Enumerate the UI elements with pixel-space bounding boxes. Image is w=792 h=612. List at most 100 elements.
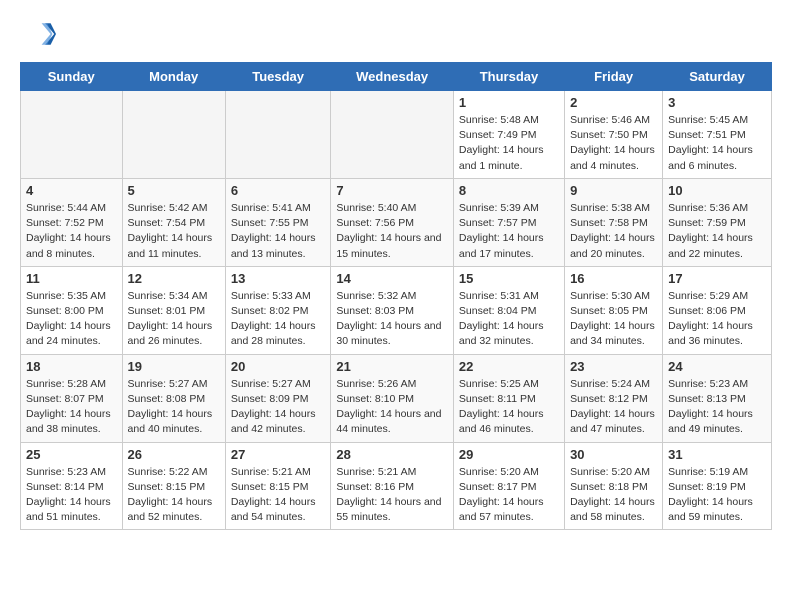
day-number: 12: [128, 271, 220, 286]
calendar-cell: 26Sunrise: 5:22 AM Sunset: 8:15 PM Dayli…: [122, 442, 225, 530]
day-number: 3: [668, 95, 766, 110]
calendar-header-row: SundayMondayTuesdayWednesdayThursdayFrid…: [21, 63, 772, 91]
calendar-cell: 16 Sunrise: 5:30 AM Sunset: 8:05 PM Dayli…: [565, 266, 663, 354]
calendar-cell: 4Sunrise: 5:44 AM Sunset: 7:52 PM Daylig…: [21, 178, 123, 266]
day-info: Sunrise: 5:36 AM Sunset: 7:59 PM Dayligh…: [668, 201, 766, 262]
day-number: 14: [336, 271, 448, 286]
day-info: Sunrise: 5:27 AM Sunset: 8:09 PM Dayligh…: [231, 377, 326, 438]
calendar-cell: 14Sunrise: 5:32 AM Sunset: 8:03 PM Dayli…: [331, 266, 454, 354]
calendar-cell: 22 Sunrise: 5:25 AM Sunset: 8:11 PM Dayli…: [453, 354, 564, 442]
col-header-thursday: Thursday: [453, 63, 564, 91]
calendar-table: SundayMondayTuesdayWednesdayThursdayFrid…: [20, 62, 772, 530]
calendar-cell: 10 Sunrise: 5:36 AM Sunset: 7:59 PM Dayli…: [663, 178, 772, 266]
day-info: Sunrise: 5:23 AM Sunset: 8:14 PM Dayligh…: [26, 465, 117, 526]
day-number: 28: [336, 447, 448, 462]
col-header-friday: Friday: [565, 63, 663, 91]
day-info: Sunrise: 5:31 AM Sunset: 8:04 PM Dayligh…: [459, 289, 559, 350]
day-number: 21: [336, 359, 448, 374]
day-number: 17: [668, 271, 766, 286]
day-info: Sunrise: 5:38 AM Sunset: 7:58 PM Dayligh…: [570, 201, 657, 262]
calendar-cell: [122, 91, 225, 179]
day-number: 6: [231, 183, 326, 198]
calendar-cell: 30 Sunrise: 5:20 AM Sunset: 8:18 PM Dayli…: [565, 442, 663, 530]
calendar-cell: 20Sunrise: 5:27 AM Sunset: 8:09 PM Dayli…: [225, 354, 331, 442]
day-number: 5: [128, 183, 220, 198]
day-info: Sunrise: 5:20 AM Sunset: 8:18 PM Dayligh…: [570, 465, 657, 526]
day-number: 15: [459, 271, 559, 286]
week-row-3: 11Sunrise: 5:35 AM Sunset: 8:00 PM Dayli…: [21, 266, 772, 354]
day-number: 29: [459, 447, 559, 462]
day-number: 30: [570, 447, 657, 462]
header: [20, 16, 772, 52]
day-info: Sunrise: 5:19 AM Sunset: 8:19 PM Dayligh…: [668, 465, 766, 526]
calendar-cell: 6 Sunrise: 5:41 AM Sunset: 7:55 PM Daylig…: [225, 178, 331, 266]
calendar-cell: 15 Sunrise: 5:31 AM Sunset: 8:04 PM Dayli…: [453, 266, 564, 354]
week-row-4: 18Sunrise: 5:28 AM Sunset: 8:07 PM Dayli…: [21, 354, 772, 442]
day-number: 22: [459, 359, 559, 374]
week-row-2: 4Sunrise: 5:44 AM Sunset: 7:52 PM Daylig…: [21, 178, 772, 266]
calendar-cell: 3 Sunrise: 5:45 AM Sunset: 7:51 PM Daylig…: [663, 91, 772, 179]
logo: [20, 16, 60, 52]
day-info: Sunrise: 5:33 AM Sunset: 8:02 PM Dayligh…: [231, 289, 326, 350]
day-number: 11: [26, 271, 117, 286]
day-info: Sunrise: 5:23 AM Sunset: 8:13 PM Dayligh…: [668, 377, 766, 438]
day-number: 19: [128, 359, 220, 374]
day-info: Sunrise: 5:46 AM Sunset: 7:50 PM Dayligh…: [570, 113, 657, 174]
day-info: Sunrise: 5:45 AM Sunset: 7:51 PM Dayligh…: [668, 113, 766, 174]
day-info: Sunrise: 5:22 AM Sunset: 8:15 PM Dayligh…: [128, 465, 220, 526]
day-number: 23: [570, 359, 657, 374]
calendar-cell: 18Sunrise: 5:28 AM Sunset: 8:07 PM Dayli…: [21, 354, 123, 442]
calendar-cell: 11Sunrise: 5:35 AM Sunset: 8:00 PM Dayli…: [21, 266, 123, 354]
day-info: Sunrise: 5:21 AM Sunset: 8:15 PM Dayligh…: [231, 465, 326, 526]
day-number: 24: [668, 359, 766, 374]
calendar-cell: [21, 91, 123, 179]
calendar-cell: 13 Sunrise: 5:33 AM Sunset: 8:02 PM Dayli…: [225, 266, 331, 354]
day-number: 2: [570, 95, 657, 110]
day-info: Sunrise: 5:25 AM Sunset: 8:11 PM Dayligh…: [459, 377, 559, 438]
calendar-cell: 21 Sunrise: 5:26 AM Sunset: 8:10 PM Dayli…: [331, 354, 454, 442]
calendar-cell: 31 Sunrise: 5:19 AM Sunset: 8:19 PM Dayli…: [663, 442, 772, 530]
day-number: 8: [459, 183, 559, 198]
day-number: 1: [459, 95, 559, 110]
day-number: 16: [570, 271, 657, 286]
calendar-cell: 2 Sunrise: 5:46 AM Sunset: 7:50 PM Daylig…: [565, 91, 663, 179]
day-info: Sunrise: 5:41 AM Sunset: 7:55 PM Dayligh…: [231, 201, 326, 262]
day-info: Sunrise: 5:20 AM Sunset: 8:17 PM Dayligh…: [459, 465, 559, 526]
week-row-1: 1Sunrise: 5:48 AM Sunset: 7:49 PM Daylig…: [21, 91, 772, 179]
calendar-cell: 19 Sunrise: 5:27 AM Sunset: 8:08 PM Dayli…: [122, 354, 225, 442]
day-info: Sunrise: 5:21 AM Sunset: 8:16 PM Dayligh…: [336, 465, 448, 526]
day-info: Sunrise: 5:29 AM Sunset: 8:06 PM Dayligh…: [668, 289, 766, 350]
calendar-cell: 1Sunrise: 5:48 AM Sunset: 7:49 PM Daylig…: [453, 91, 564, 179]
day-number: 7: [336, 183, 448, 198]
calendar-cell: 24 Sunrise: 5:23 AM Sunset: 8:13 PM Dayli…: [663, 354, 772, 442]
day-number: 25: [26, 447, 117, 462]
day-number: 10: [668, 183, 766, 198]
col-header-sunday: Sunday: [21, 63, 123, 91]
calendar-cell: 29 Sunrise: 5:20 AM Sunset: 8:17 PM Dayli…: [453, 442, 564, 530]
col-header-tuesday: Tuesday: [225, 63, 331, 91]
day-number: 13: [231, 271, 326, 286]
week-row-5: 25 Sunrise: 5:23 AM Sunset: 8:14 PM Dayli…: [21, 442, 772, 530]
day-info: Sunrise: 5:30 AM Sunset: 8:05 PM Dayligh…: [570, 289, 657, 350]
calendar-cell: 12Sunrise: 5:34 AM Sunset: 8:01 PM Dayli…: [122, 266, 225, 354]
day-number: 31: [668, 447, 766, 462]
page-container: SundayMondayTuesdayWednesdayThursdayFrid…: [0, 0, 792, 546]
logo-icon: [20, 16, 56, 52]
calendar-cell: [225, 91, 331, 179]
calendar-cell: 25 Sunrise: 5:23 AM Sunset: 8:14 PM Dayli…: [21, 442, 123, 530]
day-info: Sunrise: 5:42 AM Sunset: 7:54 PM Dayligh…: [128, 201, 220, 262]
calendar-cell: 27Sunrise: 5:21 AM Sunset: 8:15 PM Dayli…: [225, 442, 331, 530]
calendar-cell: 8Sunrise: 5:39 AM Sunset: 7:57 PM Daylig…: [453, 178, 564, 266]
day-info: Sunrise: 5:27 AM Sunset: 8:08 PM Dayligh…: [128, 377, 220, 438]
day-info: Sunrise: 5:40 AM Sunset: 7:56 PM Dayligh…: [336, 201, 448, 262]
day-info: Sunrise: 5:26 AM Sunset: 8:10 PM Dayligh…: [336, 377, 448, 438]
col-header-saturday: Saturday: [663, 63, 772, 91]
day-info: Sunrise: 5:44 AM Sunset: 7:52 PM Dayligh…: [26, 201, 117, 262]
calendar-cell: [331, 91, 454, 179]
calendar-cell: 9Sunrise: 5:38 AM Sunset: 7:58 PM Daylig…: [565, 178, 663, 266]
calendar-cell: 5 Sunrise: 5:42 AM Sunset: 7:54 PM Daylig…: [122, 178, 225, 266]
calendar-cell: 23 Sunrise: 5:24 AM Sunset: 8:12 PM Dayli…: [565, 354, 663, 442]
col-header-monday: Monday: [122, 63, 225, 91]
day-number: 18: [26, 359, 117, 374]
day-info: Sunrise: 5:24 AM Sunset: 8:12 PM Dayligh…: [570, 377, 657, 438]
